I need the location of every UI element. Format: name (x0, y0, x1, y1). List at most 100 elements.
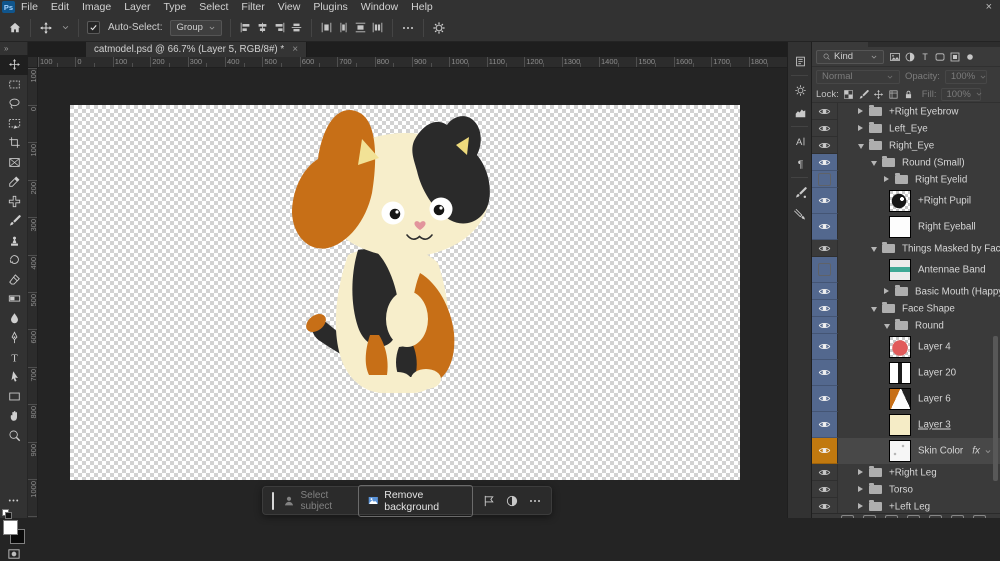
layer-row-content[interactable]: Right Eyelid (838, 171, 1000, 188)
expand-arrow-icon[interactable] (858, 125, 863, 131)
layer-group-face-shape[interactable]: Face Shape (812, 300, 1000, 317)
eraser-tool[interactable] (0, 270, 28, 290)
crop-tool[interactable] (0, 133, 28, 153)
expand-arrow-icon[interactable] (858, 108, 863, 114)
blur-tool[interactable] (0, 309, 28, 329)
filter-kind-dropdown[interactable]: Kind (816, 50, 884, 64)
clone-stamp-tool[interactable] (0, 231, 28, 251)
layer-row-content[interactable]: Face Shape (838, 300, 1000, 317)
menu-type[interactable]: Type (161, 1, 188, 13)
layer-row-antennae-band[interactable]: Antennae Band (812, 257, 1000, 283)
menu-file[interactable]: File (19, 1, 40, 13)
visibility-cell[interactable] (812, 300, 838, 317)
type-tool[interactable]: T (0, 348, 28, 368)
layer-row-content[interactable]: +Right Leg (838, 464, 1000, 481)
layer-group-left-eye[interactable]: Left_Eye (812, 120, 1000, 137)
eye-icon[interactable] (818, 194, 831, 207)
align-vertical-centers-icon[interactable] (290, 21, 303, 34)
opacity-value-box[interactable]: 100% (945, 70, 987, 84)
layer-name[interactable]: +Right Eyebrow (889, 106, 958, 117)
layer-thumbnail-eyeball[interactable] (890, 217, 910, 237)
visibility-cell[interactable] (812, 412, 838, 438)
pen-tool[interactable] (0, 328, 28, 348)
edit-toolbar-dots-icon[interactable] (7, 494, 20, 507)
lock-image-pixels-icon[interactable] (858, 89, 869, 100)
eye-icon[interactable] (818, 105, 831, 118)
layer-name[interactable]: Round (915, 320, 944, 331)
eye-icon[interactable] (818, 392, 831, 405)
layer-row-content[interactable]: Round (Small) (838, 154, 1000, 171)
layer-group-right-leg[interactable]: +Right Leg (812, 464, 1000, 481)
visibility-cell[interactable] (812, 103, 838, 120)
eye-icon[interactable] (818, 122, 831, 135)
layer-row-content[interactable]: +Right Pupil (838, 188, 1000, 214)
collapse-arrow-icon[interactable] (871, 161, 877, 166)
filter-shape-layers-icon[interactable] (934, 51, 946, 63)
align-right-edges-icon[interactable] (273, 21, 286, 34)
character-panel-icon[interactable]: A (788, 130, 813, 152)
eye-icon[interactable] (818, 242, 831, 255)
menu-layer[interactable]: Layer (122, 1, 152, 13)
visibility-cell[interactable] (812, 317, 838, 334)
expand-arrow-icon[interactable] (884, 288, 889, 294)
distribute-left-edges-icon[interactable] (320, 21, 333, 34)
properties-panel-icon[interactable] (788, 50, 813, 72)
collapse-arrow-icon[interactable] (884, 324, 890, 329)
layer-name[interactable]: +Left Leg (889, 501, 930, 512)
fill-value-box[interactable]: 100% (941, 88, 981, 101)
eye-hidden-box[interactable] (818, 173, 831, 186)
layer-row-content[interactable]: Skin Colorfx (838, 438, 1000, 464)
expand-arrow-icon[interactable] (884, 176, 889, 182)
layer-row-content[interactable]: Right_Eye (838, 137, 1000, 154)
menu-view[interactable]: View (276, 1, 303, 13)
layer-group-right-eye[interactable]: Right_Eye (812, 137, 1000, 154)
layer-thumbnail-cream[interactable] (890, 415, 910, 435)
filter-pixel-layers-icon[interactable] (889, 51, 901, 63)
layer-row-content[interactable]: Left_Eye (838, 120, 1000, 137)
brushes-panel-icon[interactable] (788, 203, 813, 225)
layer-name[interactable]: Layer 20 (918, 368, 956, 379)
eye-icon[interactable] (818, 319, 831, 332)
layer-row-content[interactable]: Right Eyeball (838, 214, 1000, 240)
visibility-cell[interactable] (812, 240, 838, 257)
foreground-color-swatch[interactable] (4, 521, 17, 534)
lock-artboard-nesting-icon[interactable] (888, 89, 899, 100)
move-tool[interactable] (0, 55, 28, 75)
collapse-arrow-icon[interactable] (871, 247, 877, 252)
menu-edit[interactable]: Edit (49, 1, 71, 13)
lasso-tool[interactable] (0, 94, 28, 114)
visibility-cell[interactable] (812, 386, 838, 412)
layer-group-round[interactable]: Round (812, 317, 1000, 334)
filter-toggle-icon[interactable] (964, 51, 976, 63)
layer-row-layer-20[interactable]: Layer 20 (812, 360, 1000, 386)
adjustments-panel-icon[interactable] (788, 79, 813, 101)
layer-name[interactable]: Face Shape (902, 303, 955, 314)
move-tool-options-icon[interactable] (39, 21, 53, 35)
toolbar-overflow-button[interactable]: » (0, 42, 27, 55)
adjustments-half-circle-icon[interactable] (505, 494, 519, 508)
visibility-cell[interactable] (812, 137, 838, 154)
layer-thumbnail-red-shape[interactable] (890, 337, 910, 357)
home-icon[interactable] (8, 21, 22, 35)
visibility-cell[interactable] (812, 214, 838, 240)
eye-icon[interactable] (818, 366, 831, 379)
document-tab[interactable]: catmodel.psd @ 66.7% (Layer 5, RGB/8#) *… (86, 42, 307, 57)
lock-all-icon[interactable] (903, 89, 914, 100)
layer-name[interactable]: Antennae Band (918, 265, 986, 276)
layer-row-right-eyeball[interactable]: Right Eyeball (812, 214, 1000, 240)
layer-group-right-eyelid[interactable]: Right Eyelid (812, 171, 1000, 188)
contextual-taskbar[interactable]: Select subject Remove background (262, 486, 552, 515)
layer-name[interactable]: Left_Eye (889, 123, 928, 134)
layer-name[interactable]: Layer 6 (918, 394, 951, 405)
paragraph-panel-icon[interactable]: ¶ (788, 152, 813, 174)
layer-group-torso[interactable]: Torso (812, 481, 1000, 498)
brush-settings-panel-icon[interactable] (788, 181, 813, 203)
eye-icon[interactable] (818, 220, 831, 233)
history-brush-tool[interactable] (0, 250, 28, 270)
layer-row-layer-3[interactable]: Layer 3 (812, 412, 1000, 438)
layer-name[interactable]: Right Eyeball (918, 222, 976, 233)
eye-icon[interactable] (818, 302, 831, 315)
layer-row-skin-color[interactable]: Skin Colorfx (812, 438, 1000, 464)
taskbar-more-icon[interactable] (528, 494, 542, 508)
eye-icon[interactable] (818, 156, 831, 169)
